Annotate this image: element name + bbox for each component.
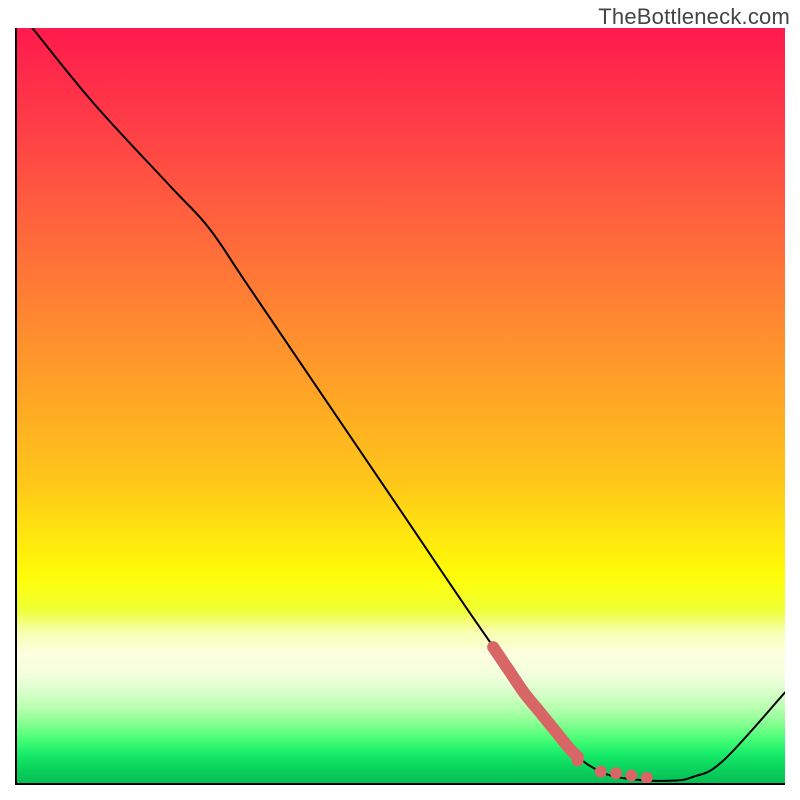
watermark-text: TheBottleneck.com bbox=[598, 4, 790, 30]
chart-container: TheBottleneck.com bbox=[0, 0, 800, 800]
bottleneck-curve bbox=[32, 28, 785, 781]
highlight-dots bbox=[572, 754, 653, 783]
highlight-red-segment bbox=[493, 647, 577, 756]
plot-area bbox=[15, 28, 785, 785]
highlight-dot bbox=[625, 769, 637, 781]
highlight-dot bbox=[572, 754, 584, 766]
highlight-dot bbox=[595, 766, 607, 778]
highlight-dot bbox=[610, 767, 622, 779]
highlight-dot bbox=[641, 772, 653, 783]
chart-svg bbox=[17, 28, 785, 783]
